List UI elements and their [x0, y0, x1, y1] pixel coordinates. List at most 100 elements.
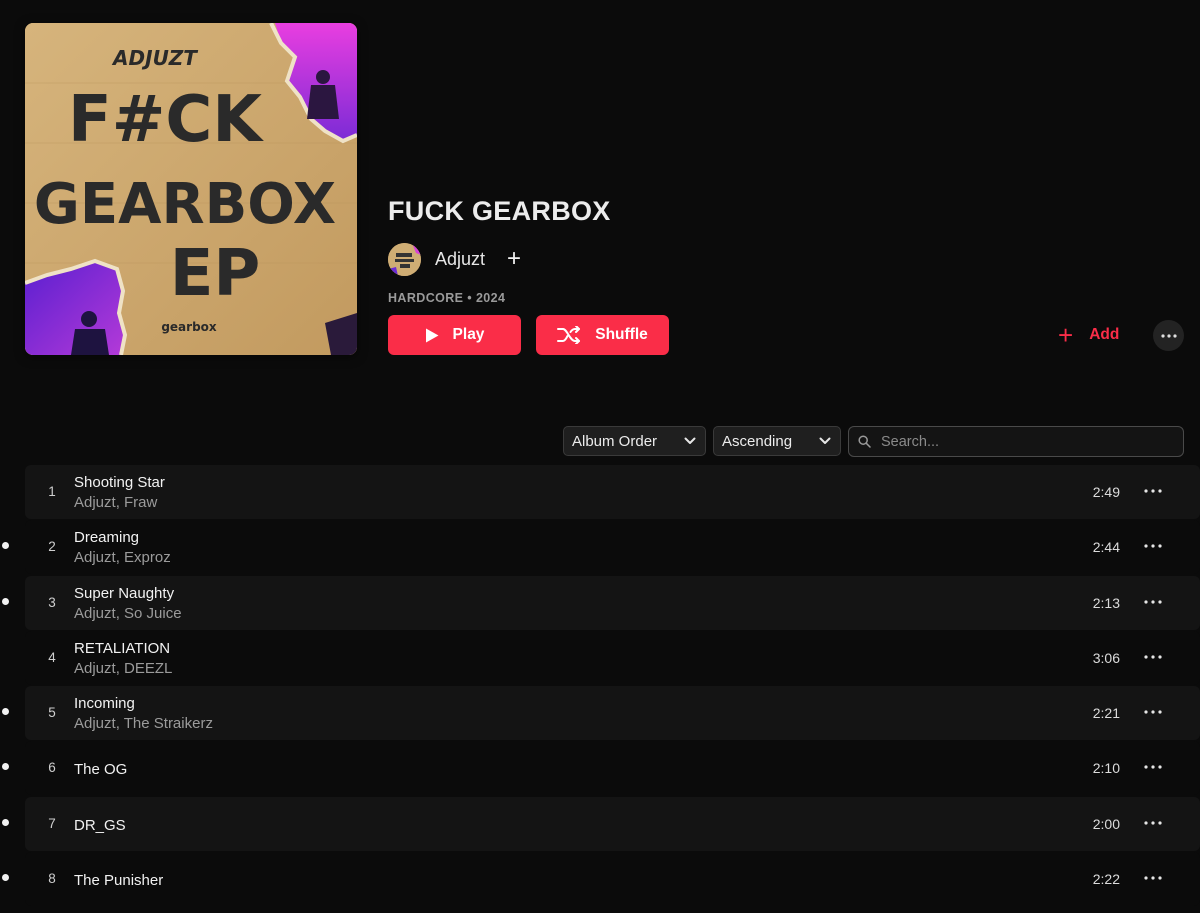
shuffle-label: Shuffle: [595, 326, 648, 343]
play-button[interactable]: Play: [388, 315, 521, 355]
sort-order-select[interactable]: Album Order: [563, 426, 706, 456]
cover-logo-text: ADJUZT: [111, 46, 198, 70]
track-row[interactable]: 6 The OG 2:10: [0, 741, 1200, 796]
track-row[interactable]: 8 The Punisher 2:22: [0, 852, 1200, 907]
track-number: 6: [48, 760, 56, 776]
track-indicator-dot: [2, 763, 9, 771]
track-artists[interactable]: Adjuzt, The Straikerz: [74, 715, 213, 732]
track-number: 1: [48, 484, 56, 499]
track-indicator-dot: [2, 874, 9, 882]
track-duration: 2:10: [1092, 760, 1120, 777]
track-title: Super Naughty: [74, 584, 175, 602]
track-artists[interactable]: Adjuzt, DEEZL: [74, 660, 172, 677]
track-title: DR_GS: [74, 816, 126, 834]
track-row-background: [25, 575, 1200, 630]
follow-artist-plus-icon[interactable]: +: [503, 247, 525, 271]
track-title: Incoming: [74, 695, 135, 713]
shuffle-button[interactable]: Shuffle: [536, 315, 669, 355]
sort-order-value: Album Order: [572, 432, 658, 450]
track-artists[interactable]: Adjuzt, So Juice: [74, 605, 182, 622]
track-row-background: [25, 741, 1200, 796]
track-duration: 2:22: [1092, 871, 1120, 888]
cover-line2-text: GEARBOX: [34, 172, 336, 237]
chevron-down-icon: [684, 437, 696, 444]
sort-direction-select[interactable]: Ascending: [713, 426, 841, 456]
artist-row: Adjuzt +: [388, 242, 525, 276]
track-title: RETALIATION: [74, 639, 171, 657]
track-row-background: [25, 796, 1200, 851]
plus-icon: +: [1058, 320, 1074, 350]
cover-line3-text: EP: [170, 237, 261, 311]
track-number: 4: [48, 649, 56, 665]
play-label: Play: [452, 326, 485, 343]
track-title: Shooting Star: [74, 474, 165, 491]
track-number: 8: [48, 871, 56, 887]
add-label: Add: [1089, 326, 1120, 343]
track-indicator-dot: [2, 818, 9, 826]
sort-direction-value: Ascending: [722, 432, 793, 450]
track-duration: 2:00: [1092, 815, 1120, 832]
track-row[interactable]: 2 Dreaming Adjuzt, Exproz 2:44: [0, 520, 1200, 575]
artist-avatar-image: [388, 242, 421, 276]
more-options-icon: [1144, 710, 1162, 714]
track-title: The OG: [74, 761, 128, 779]
track-duration: 2:13: [1092, 594, 1120, 611]
album-cover-art: ADJUZT F#CK GEARBOX EP gearbox: [25, 23, 357, 355]
track-list: 1 Shooting Star Adjuzt, Fraw 2:49 2 Drea…: [0, 465, 1200, 907]
track-more-button[interactable]: [1140, 480, 1166, 502]
add-to-library-button[interactable]: + Add: [1058, 320, 1119, 350]
more-options-icon: [1144, 765, 1162, 770]
more-options-icon: [1144, 599, 1162, 604]
track-title: The Punisher: [74, 872, 164, 890]
track-number: 2: [48, 539, 56, 555]
track-duration: 2:49: [1092, 484, 1120, 500]
album-genre-year: HARDCORE • 2024: [388, 291, 506, 305]
artist-avatar[interactable]: [388, 242, 421, 276]
search-icon: [858, 435, 871, 448]
more-options-icon: [1144, 876, 1162, 880]
track-duration: 2:44: [1092, 539, 1120, 556]
track-more-button[interactable]: [1140, 867, 1166, 889]
chevron-down-icon: [819, 437, 831, 444]
track-more-button[interactable]: [1140, 701, 1166, 723]
track-more-button[interactable]: [1140, 756, 1166, 778]
cover-label-text: gearbox: [161, 320, 217, 334]
track-row-background: [25, 465, 1200, 519]
track-row[interactable]: 7 DR_GS 2:00: [0, 796, 1200, 852]
track-artists[interactable]: Adjuzt, Fraw: [74, 494, 157, 511]
more-options-icon: [1160, 333, 1177, 338]
track-row-background: [25, 852, 1200, 907]
track-row-background: [25, 520, 1200, 575]
track-artists[interactable]: Adjuzt, Exproz: [74, 549, 171, 566]
more-options-icon: [1144, 655, 1162, 659]
track-more-button[interactable]: [1140, 591, 1166, 613]
track-row[interactable]: 5 Incoming Adjuzt, The Straikerz 2:21: [0, 686, 1200, 741]
more-options-icon: [1144, 489, 1162, 493]
track-number: 7: [48, 815, 56, 831]
track-row-background: [25, 630, 1200, 685]
search-input[interactable]: [879, 432, 1173, 451]
track-number: 5: [48, 705, 56, 721]
track-indicator-dot: [2, 708, 9, 716]
track-duration: 2:21: [1092, 705, 1120, 722]
album-more-button[interactable]: [1153, 320, 1184, 351]
track-title: Dreaming: [74, 529, 140, 547]
track-indicator-dot: [2, 597, 9, 605]
search-box[interactable]: [848, 426, 1184, 457]
track-row[interactable]: 3 Super Naughty Adjuzt, So Juice 2:13: [0, 575, 1200, 631]
track-row[interactable]: 4 RETALIATION Adjuzt, DEEZL 3:06: [0, 630, 1200, 686]
cover-line1-text: F#CK: [68, 83, 264, 157]
shuffle-icon: [557, 326, 581, 344]
album-page: ADJUZT F#CK GEARBOX EP gearbox FUCK GEAR…: [0, 0, 1200, 913]
track-row[interactable]: 1 Shooting Star Adjuzt, Fraw 2:49: [0, 465, 1200, 520]
track-more-button[interactable]: [1140, 812, 1166, 834]
track-more-button[interactable]: [1140, 646, 1166, 668]
play-icon: [425, 328, 439, 343]
track-more-button[interactable]: [1140, 535, 1166, 557]
artist-name-link[interactable]: Adjuzt: [435, 249, 485, 270]
album-cover[interactable]: ADJUZT F#CK GEARBOX EP gearbox: [25, 23, 357, 355]
more-options-icon: [1144, 821, 1162, 825]
track-indicator-dot: [2, 542, 9, 550]
track-number: 3: [48, 594, 56, 610]
album-title: FUCK GEARBOX: [388, 196, 611, 226]
